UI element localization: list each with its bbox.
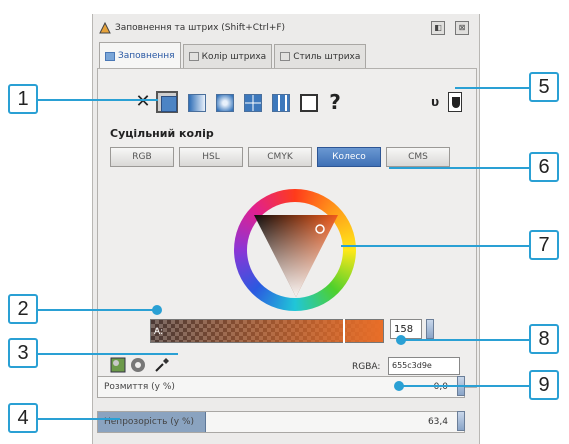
callout-6: 6 <box>529 152 559 182</box>
radial-gradient-icon[interactable] <box>216 94 234 112</box>
fill-rule-nonzero-shape <box>452 97 460 108</box>
blur-label: Розмиття (у %) <box>104 382 175 392</box>
fill-rule-evenodd-icon[interactable]: υ <box>424 91 446 113</box>
tab-bar: Заповнення Колір штриха Стиль штриха <box>99 42 368 69</box>
color-mode-buttons: RGB HSL CMYK Колесо CMS <box>110 147 455 167</box>
callout-3-line <box>38 353 178 355</box>
callout-2-line <box>38 309 156 311</box>
rgba-label: RGBA: <box>352 362 381 372</box>
fill-stroke-icon <box>99 22 111 34</box>
callout-9-dot <box>394 381 404 391</box>
mode-wheel-button[interactable]: Колесо <box>317 147 381 167</box>
opacity-field[interactable]: Непрозорість (у %) 63,4 <box>97 411 465 433</box>
callout-4: 4 <box>8 403 38 433</box>
mesh-gradient-icon[interactable] <box>244 94 262 112</box>
dialog-titlebar: Заповнення та штрих (Shift+Ctrl+F) ◧ ⊠ <box>93 14 479 42</box>
alpha-input[interactable]: 158 <box>390 319 422 339</box>
color-picker-icon[interactable] <box>154 357 170 373</box>
stroke-style-tab-icon <box>280 52 291 61</box>
stroke-paint-tab-icon <box>188 52 199 61</box>
callout-7: 7 <box>529 230 559 260</box>
callout-4-line <box>38 418 120 420</box>
callout-1: 1 <box>8 84 38 114</box>
flat-color-icon <box>161 96 177 112</box>
mode-cmyk-button[interactable]: CMYK <box>248 147 312 167</box>
dock-icon[interactable]: ◧ <box>431 21 445 35</box>
tab-stroke-paint-label: Колір штриха <box>201 51 267 62</box>
tab-fill[interactable]: Заповнення <box>99 42 181 69</box>
callout-8: 8 <box>529 324 559 354</box>
callout-8-line <box>400 339 529 341</box>
alpha-spin-button[interactable] <box>426 319 434 339</box>
tab-stroke-paint[interactable]: Колір штриха <box>182 44 273 68</box>
tab-fill-label: Заповнення <box>118 51 175 61</box>
pattern-icon[interactable] <box>272 94 290 112</box>
callout-7-line <box>341 245 529 247</box>
callout-9-line <box>398 385 529 387</box>
alpha-label: А: <box>154 327 164 337</box>
opacity-value: 63,4 <box>427 417 448 427</box>
swatch-icon[interactable] <box>300 94 318 112</box>
callout-5: 5 <box>529 72 559 102</box>
swap-fill-stroke-icon[interactable] <box>130 357 146 373</box>
blur-value: 0,0 <box>433 382 448 392</box>
fill-rule-nonzero-icon[interactable] <box>448 92 462 112</box>
linear-gradient-icon[interactable] <box>188 94 206 112</box>
mode-cms-button[interactable]: CMS <box>386 147 450 167</box>
mode-rgb-button[interactable]: RGB <box>110 147 174 167</box>
tab-stroke-style-label: Стиль штриха <box>293 51 361 62</box>
mode-hsl-button[interactable]: HSL <box>179 147 243 167</box>
rgba-input[interactable]: 655c3d9e <box>388 357 460 375</box>
close-icon[interactable]: ⊠ <box>455 21 469 35</box>
no-paint-icon[interactable]: ✕ <box>132 91 154 113</box>
callout-2: 2 <box>8 294 38 324</box>
alpha-slider[interactable] <box>150 319 384 343</box>
flat-color-button[interactable] <box>156 91 178 113</box>
callout-1-line <box>38 99 158 101</box>
blur-field[interactable]: Розмиття (у %) 0,0 <box>97 376 465 398</box>
color-triangle[interactable] <box>246 205 346 305</box>
recent-color-icon[interactable] <box>110 357 126 373</box>
callout-9: 9 <box>529 370 559 400</box>
opacity-spin-button[interactable] <box>457 411 465 431</box>
dialog-title: Заповнення та штрих (Shift+Ctrl+F) <box>115 23 286 33</box>
callout-2-dot <box>152 305 162 315</box>
alpha-slider-handle[interactable] <box>343 319 345 343</box>
callout-5-line <box>455 87 529 89</box>
flat-color-label: Суцільний колір <box>110 127 214 140</box>
callout-6-line <box>389 167 529 169</box>
callout-8-dot <box>396 335 406 345</box>
callout-3: 3 <box>8 338 38 368</box>
unset-paint-icon[interactable]: ? <box>324 91 346 113</box>
fill-tab-icon <box>105 51 115 61</box>
tab-stroke-style[interactable]: Стиль штриха <box>274 44 367 68</box>
fill-stroke-dialog: Заповнення та штрих (Shift+Ctrl+F) ◧ ⊠ З… <box>92 14 480 444</box>
